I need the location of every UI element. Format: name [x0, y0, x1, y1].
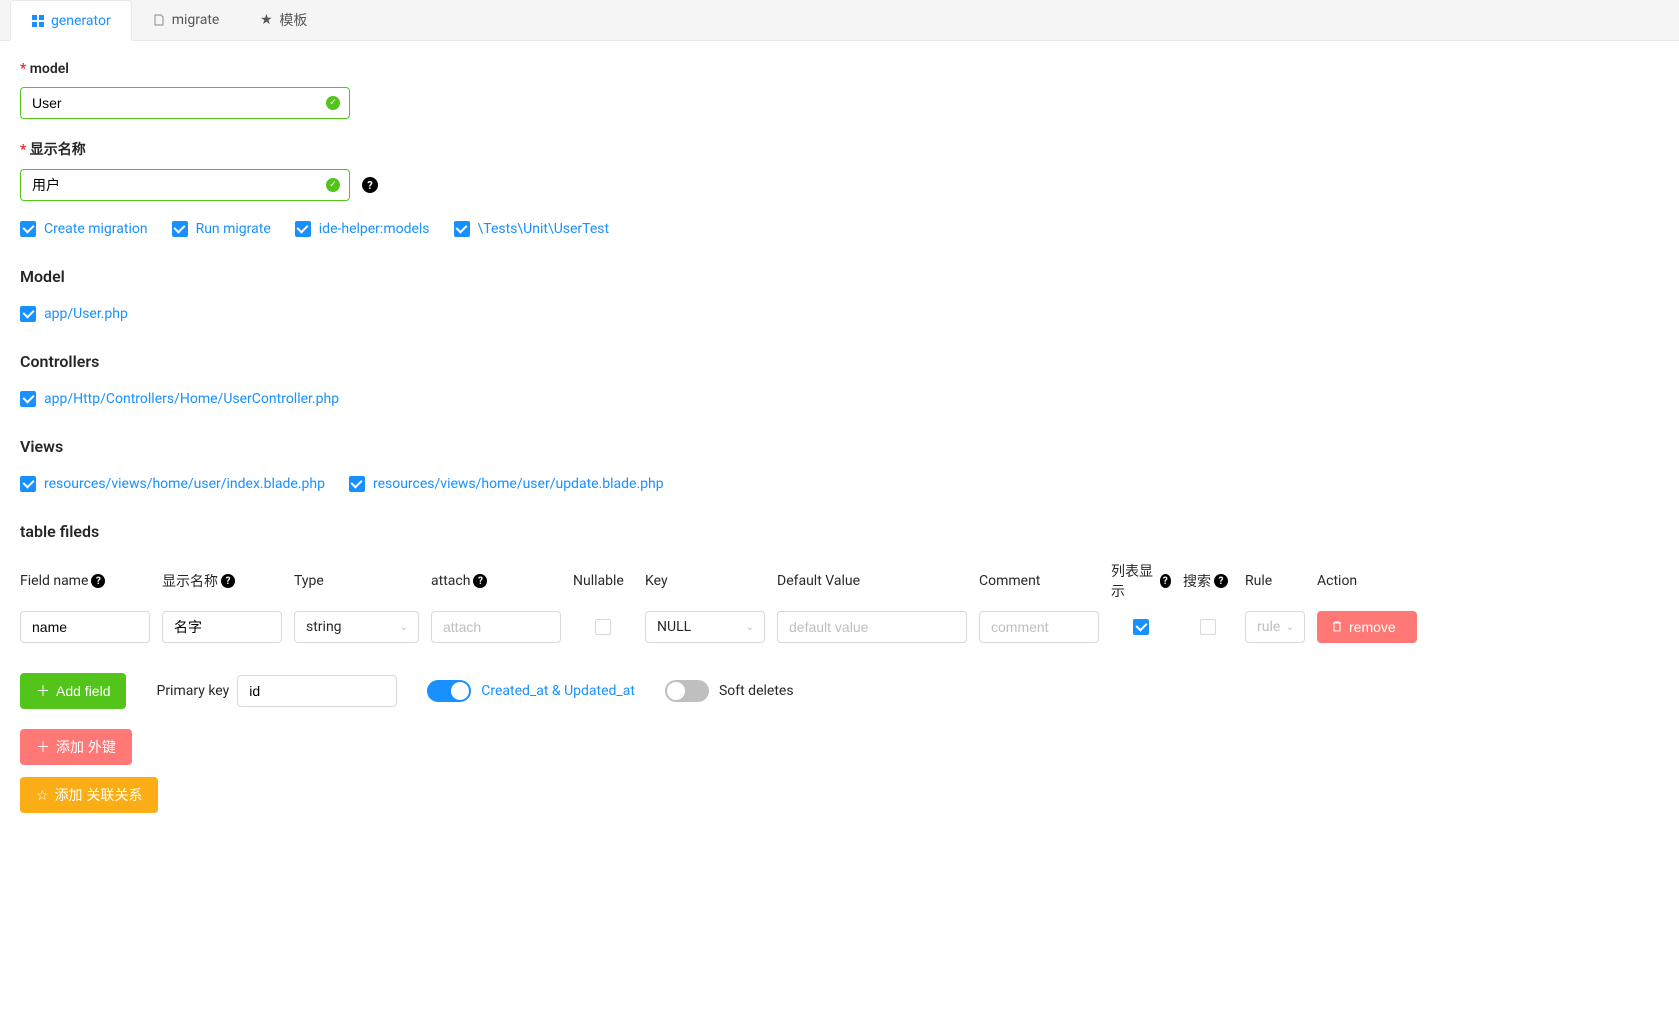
type-select[interactable]: string⌄	[294, 611, 419, 643]
ide-helper-checkbox[interactable]	[295, 221, 311, 237]
display-name-label: 显示名称	[20, 139, 1659, 159]
controller-file-checkbox[interactable]	[20, 391, 36, 407]
list-checkbox[interactable]	[1133, 619, 1149, 635]
add-field-button[interactable]: ＋ Add field	[20, 673, 126, 709]
timestamps-switch[interactable]	[427, 680, 471, 702]
th-attach: attach?	[431, 573, 561, 589]
pk-input[interactable]	[237, 675, 397, 707]
tab-label: generator	[51, 13, 111, 29]
chevron-down-icon: ⌄	[746, 622, 754, 633]
model-section-title: Model	[20, 267, 1659, 286]
search-checkbox[interactable]	[1200, 619, 1216, 635]
pk-label: Primary key	[156, 683, 229, 699]
add-relation-button[interactable]: ☆ 添加 关联关系	[20, 777, 158, 813]
checkbox-label[interactable]: resources/views/home/user/update.blade.p…	[373, 476, 664, 492]
views-section-title: Views	[20, 437, 1659, 456]
checkbox-label[interactable]: \Tests\Unit\UserTest	[478, 221, 610, 237]
nullable-checkbox[interactable]	[595, 619, 611, 635]
star-outline-icon: ☆	[36, 787, 49, 804]
tab-label: 模板	[279, 10, 307, 30]
add-fk-button[interactable]: ＋ 添加 外键	[20, 729, 132, 765]
view-index-checkbox[interactable]	[20, 476, 36, 492]
chevron-down-icon: ⌄	[1286, 622, 1294, 633]
star-icon: ★	[259, 13, 273, 27]
timestamps-label: Created_at & Updated_at	[481, 683, 635, 699]
rule-select[interactable]: rule⌄	[1245, 611, 1305, 643]
chevron-down-icon: ⌄	[400, 622, 408, 633]
tab-label: migrate	[172, 12, 220, 28]
plus-icon: ＋	[36, 737, 50, 757]
tab-template[interactable]: ★ 模板	[239, 0, 327, 40]
grid-icon	[31, 14, 45, 28]
th-type: Type	[294, 573, 419, 589]
remove-button[interactable]: remove	[1317, 611, 1417, 643]
file-icon	[152, 13, 166, 27]
help-icon[interactable]: ?	[1160, 574, 1171, 588]
tab-generator[interactable]: generator	[10, 0, 132, 41]
run-migrate-checkbox[interactable]	[172, 221, 188, 237]
checkbox-label[interactable]: app/Http/Controllers/Home/UserController…	[44, 391, 339, 407]
checkbox-label[interactable]: Run migrate	[196, 221, 271, 237]
check-icon: ✓	[326, 178, 340, 192]
model-label: model	[20, 61, 1659, 77]
th-action: Action	[1317, 573, 1417, 589]
th-default: Default Value	[777, 573, 967, 589]
checkbox-label[interactable]: app/User.php	[44, 306, 128, 322]
help-icon[interactable]: ?	[91, 574, 105, 588]
soft-deletes-switch[interactable]	[665, 680, 709, 702]
checkbox-label[interactable]: ide-helper:models	[319, 221, 430, 237]
display-name-input[interactable]	[20, 169, 350, 201]
defaultvalue-input[interactable]	[777, 611, 967, 643]
help-icon[interactable]: ?	[221, 574, 235, 588]
th-search: 搜索?	[1183, 571, 1233, 591]
th-displayname: 显示名称?	[162, 571, 282, 591]
th-comment: Comment	[979, 573, 1099, 589]
key-select[interactable]: NULL⌄	[645, 611, 765, 643]
model-file-checkbox[interactable]	[20, 306, 36, 322]
table-fields-title: table fileds	[20, 522, 1659, 541]
attach-input[interactable]	[431, 611, 561, 643]
soft-deletes-label: Soft deletes	[719, 683, 794, 699]
controllers-section-title: Controllers	[20, 352, 1659, 371]
th-fieldname: Field name?	[20, 573, 150, 589]
help-icon[interactable]: ?	[1214, 574, 1228, 588]
view-update-checkbox[interactable]	[349, 476, 365, 492]
model-input[interactable]	[20, 87, 350, 119]
displayname-input[interactable]	[162, 611, 282, 643]
help-icon[interactable]: ?	[362, 177, 378, 193]
check-icon: ✓	[326, 96, 340, 110]
th-rule: Rule	[1245, 573, 1305, 589]
table-row: string⌄ NULL⌄ rule⌄ remove	[20, 611, 1659, 643]
tab-migrate[interactable]: migrate	[132, 0, 240, 40]
trash-icon	[1331, 619, 1343, 635]
create-migration-checkbox[interactable]	[20, 221, 36, 237]
checkbox-label[interactable]: Create migration	[44, 221, 148, 237]
th-key: Key	[645, 573, 765, 589]
checkbox-label[interactable]: resources/views/home/user/index.blade.ph…	[44, 476, 325, 492]
fieldname-input[interactable]	[20, 611, 150, 643]
help-icon[interactable]: ?	[473, 574, 487, 588]
th-list: 列表显示?	[1111, 561, 1171, 601]
th-nullable: Nullable	[573, 573, 633, 589]
comment-input[interactable]	[979, 611, 1099, 643]
tests-checkbox[interactable]	[454, 221, 470, 237]
plus-icon: ＋	[36, 681, 50, 701]
